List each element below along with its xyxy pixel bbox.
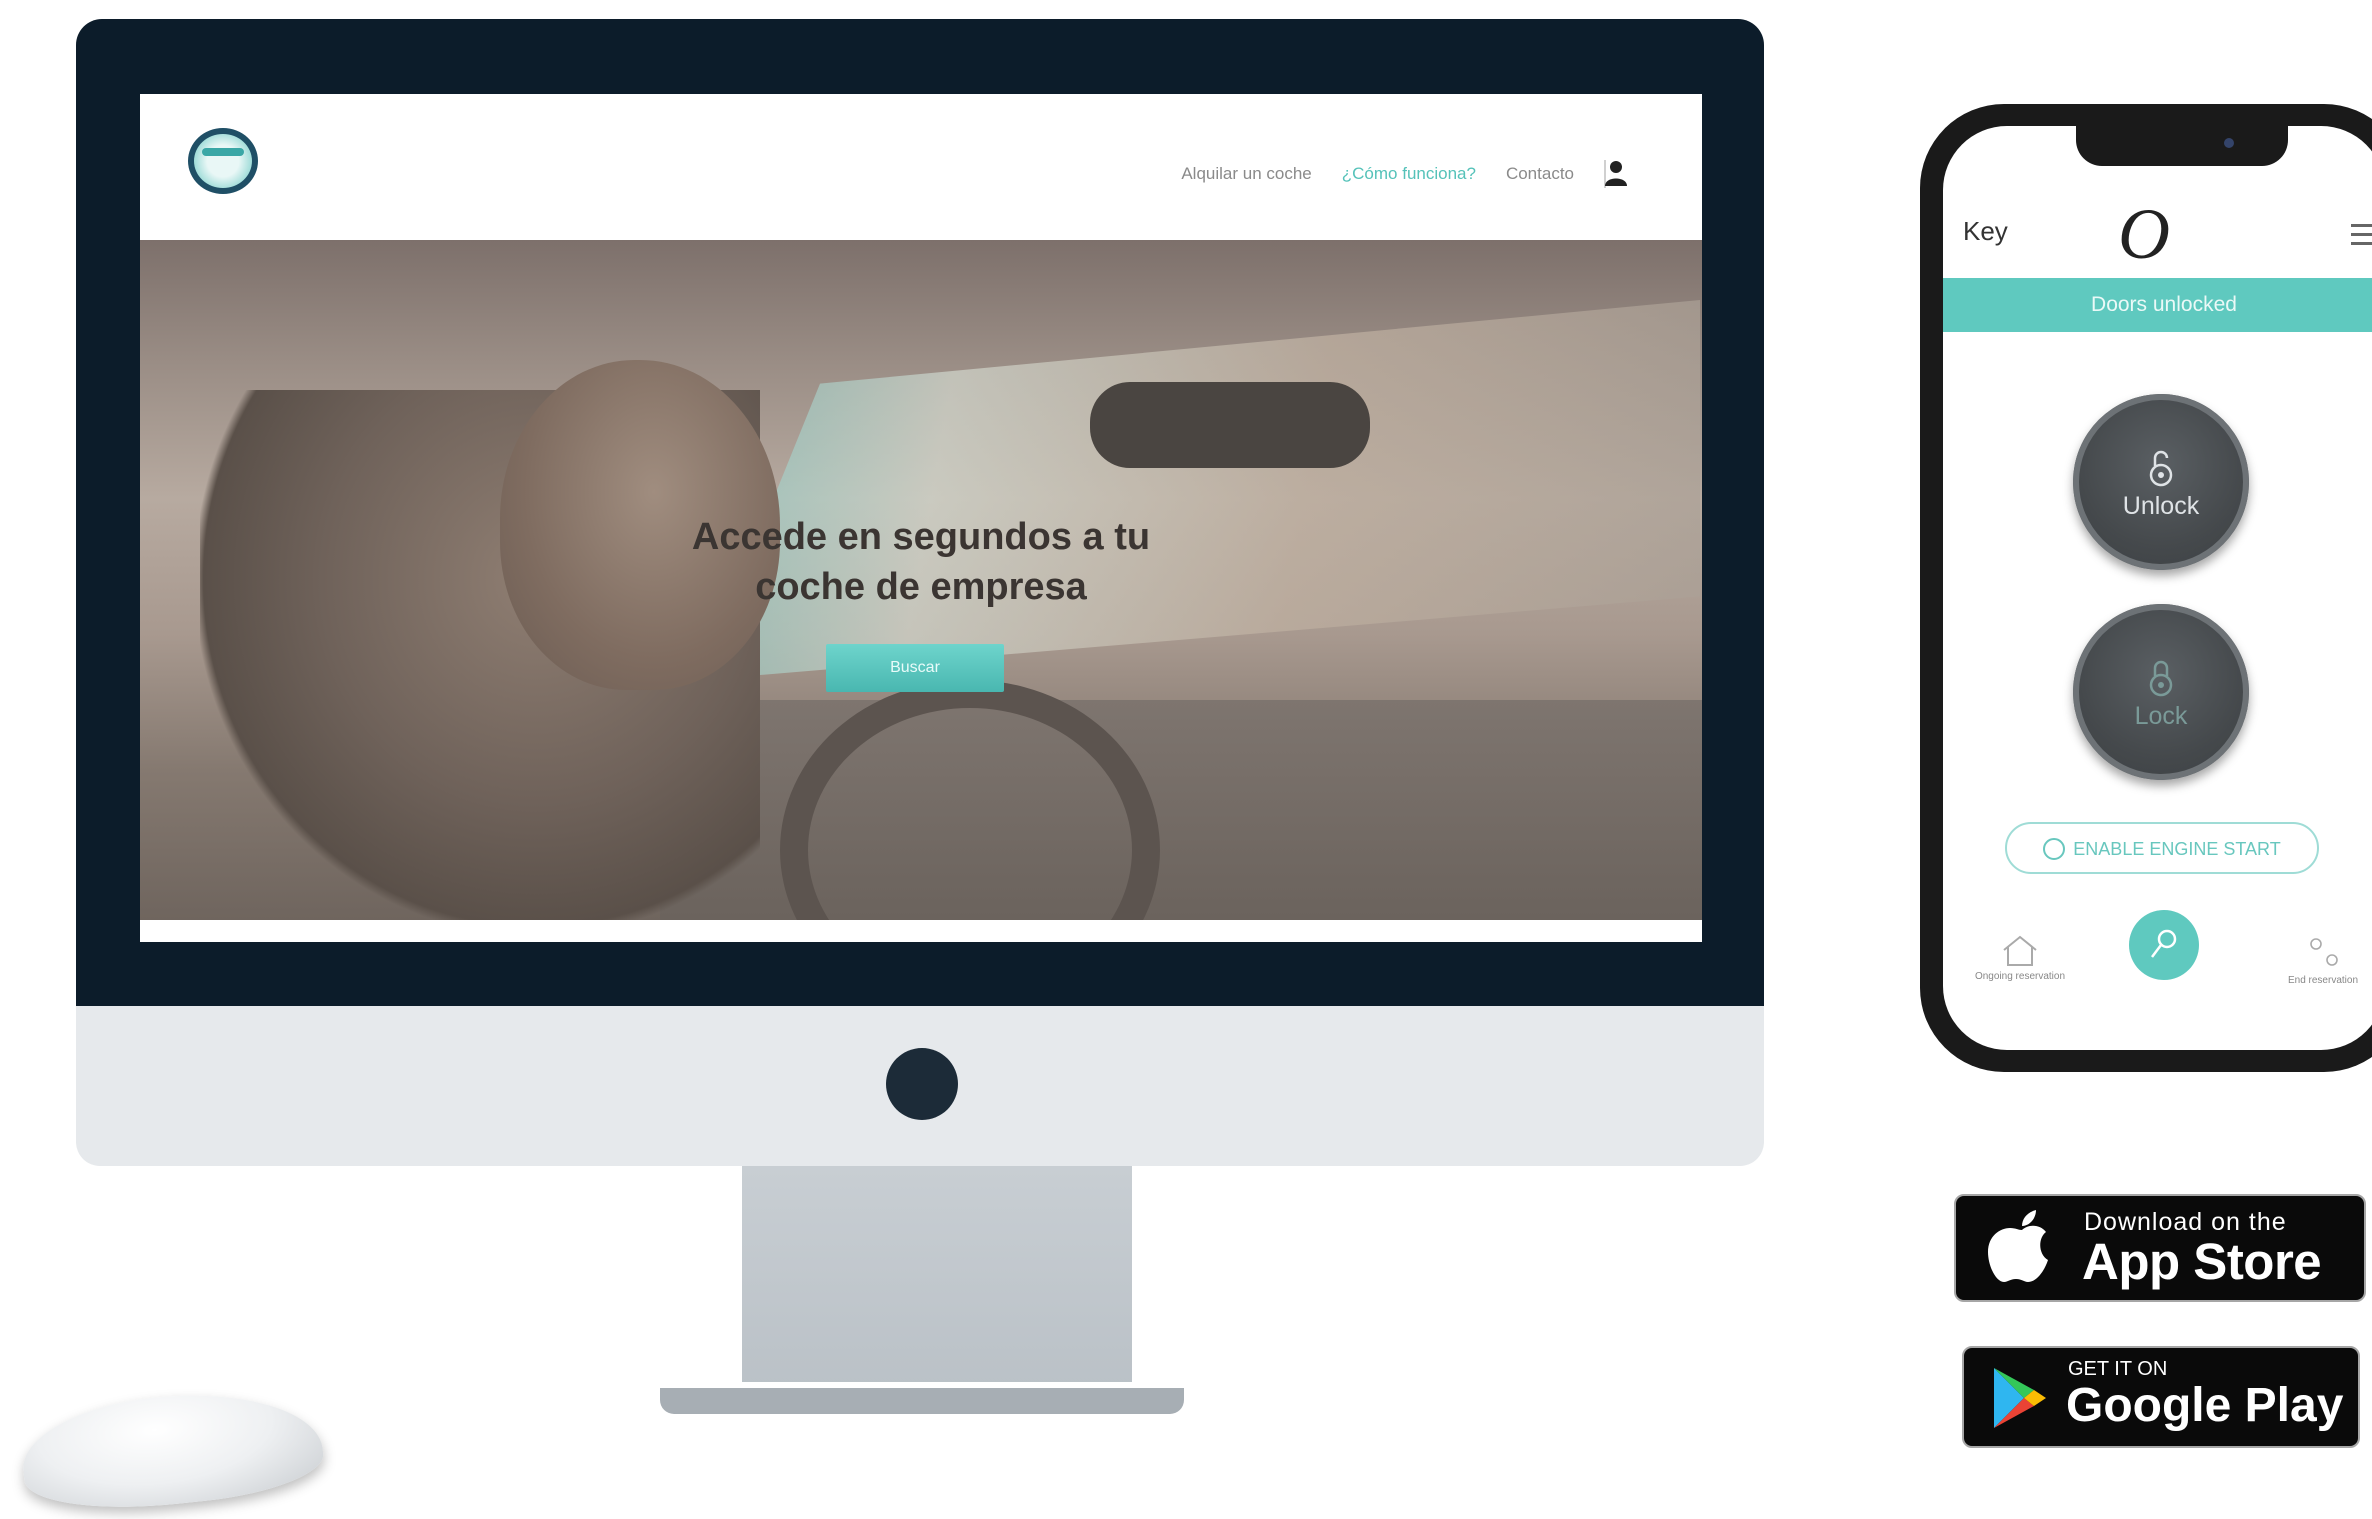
nav-contact[interactable]: Contacto xyxy=(1506,164,1574,188)
lock-button[interactable]: Lock xyxy=(2073,604,2249,780)
nav-rent-car[interactable]: Alquilar un coche xyxy=(1181,164,1311,188)
door-status-banner: Doors unlocked xyxy=(1943,278,2372,332)
map-pins-icon xyxy=(2310,938,2338,966)
imac-logo-dot xyxy=(886,1048,958,1120)
home-icon xyxy=(2003,935,2037,966)
site-logo[interactable] xyxy=(188,128,258,194)
site-nav: Alquilar un coche ¿Cómo funciona? Contac… xyxy=(1181,160,1606,188)
app-store-big-text: App Store xyxy=(2082,1233,2322,1290)
screen-footer-strip xyxy=(140,920,1702,942)
tab-ongoing-reservation[interactable]: Ongoing reservation xyxy=(1965,934,2075,982)
imac-stand xyxy=(742,1166,1132,1382)
hamburger-menu-icon[interactable] xyxy=(2351,224,2372,251)
windshield-background xyxy=(700,300,1700,680)
unlocked-padlock-icon xyxy=(2149,450,2173,487)
engine-start-label: ENABLE ENGINE START xyxy=(2073,839,2281,859)
key-icon xyxy=(2151,929,2177,958)
user-icon[interactable] xyxy=(1604,160,1628,186)
unlock-button[interactable]: Unlock xyxy=(2073,394,2249,570)
enable-engine-start-button[interactable]: ENABLE ENGINE START xyxy=(2005,822,2319,874)
hero-title: Accede en segundos a tu coche de empresa xyxy=(140,512,1702,612)
website-screen: Alquilar un coche ¿Cómo funciona? Contac… xyxy=(140,94,1702,942)
apple-icon xyxy=(1988,1210,2048,1282)
unlock-label: Unlock xyxy=(2122,492,2200,520)
google-play-big-text: Google Play xyxy=(2066,1379,2344,1432)
tab-end-label: End reservation xyxy=(2287,975,2359,986)
site-header: Alquilar un coche ¿Cómo funciona? Contac… xyxy=(140,94,1702,240)
rearview-mirror xyxy=(1090,382,1370,468)
front-camera xyxy=(2224,138,2234,148)
app-store-badge[interactable]: Download on the App Store xyxy=(1954,1194,2366,1302)
hero-title-line2: coche de empresa xyxy=(755,566,1087,608)
nav-how-it-works[interactable]: ¿Cómo funciona? xyxy=(1342,164,1476,188)
search-button[interactable]: Buscar xyxy=(826,644,1004,692)
google-play-badge[interactable]: GET IT ON Google Play xyxy=(1962,1346,2360,1448)
imac-foot xyxy=(660,1388,1184,1414)
phone-mockup: Key O Doors unlocked Unlock Lock ENABLE … xyxy=(1920,104,2372,1072)
power-icon xyxy=(2043,838,2066,860)
magic-mouse xyxy=(17,1380,327,1519)
padlock-icon xyxy=(2149,660,2173,697)
phone-notch xyxy=(2076,126,2288,166)
tab-end-reservation[interactable]: End reservation xyxy=(2273,936,2372,986)
app-logo: O xyxy=(2118,194,2170,274)
lock-label: Lock xyxy=(2134,702,2188,730)
phone-screen: Key O Doors unlocked Unlock Lock ENABLE … xyxy=(1943,126,2372,1050)
app-header: Key O xyxy=(1943,194,2372,276)
tab-ongoing-label: Ongoing reservation xyxy=(1974,971,2066,982)
app-title: Key xyxy=(1963,216,2008,246)
google-play-icon xyxy=(1994,1368,2046,1428)
key-fab-button[interactable] xyxy=(2129,910,2199,980)
hero-section: Accede en segundos a tu coche de empresa… xyxy=(140,240,1702,942)
hero-title-line1: Accede en segundos a tu xyxy=(691,516,1151,558)
